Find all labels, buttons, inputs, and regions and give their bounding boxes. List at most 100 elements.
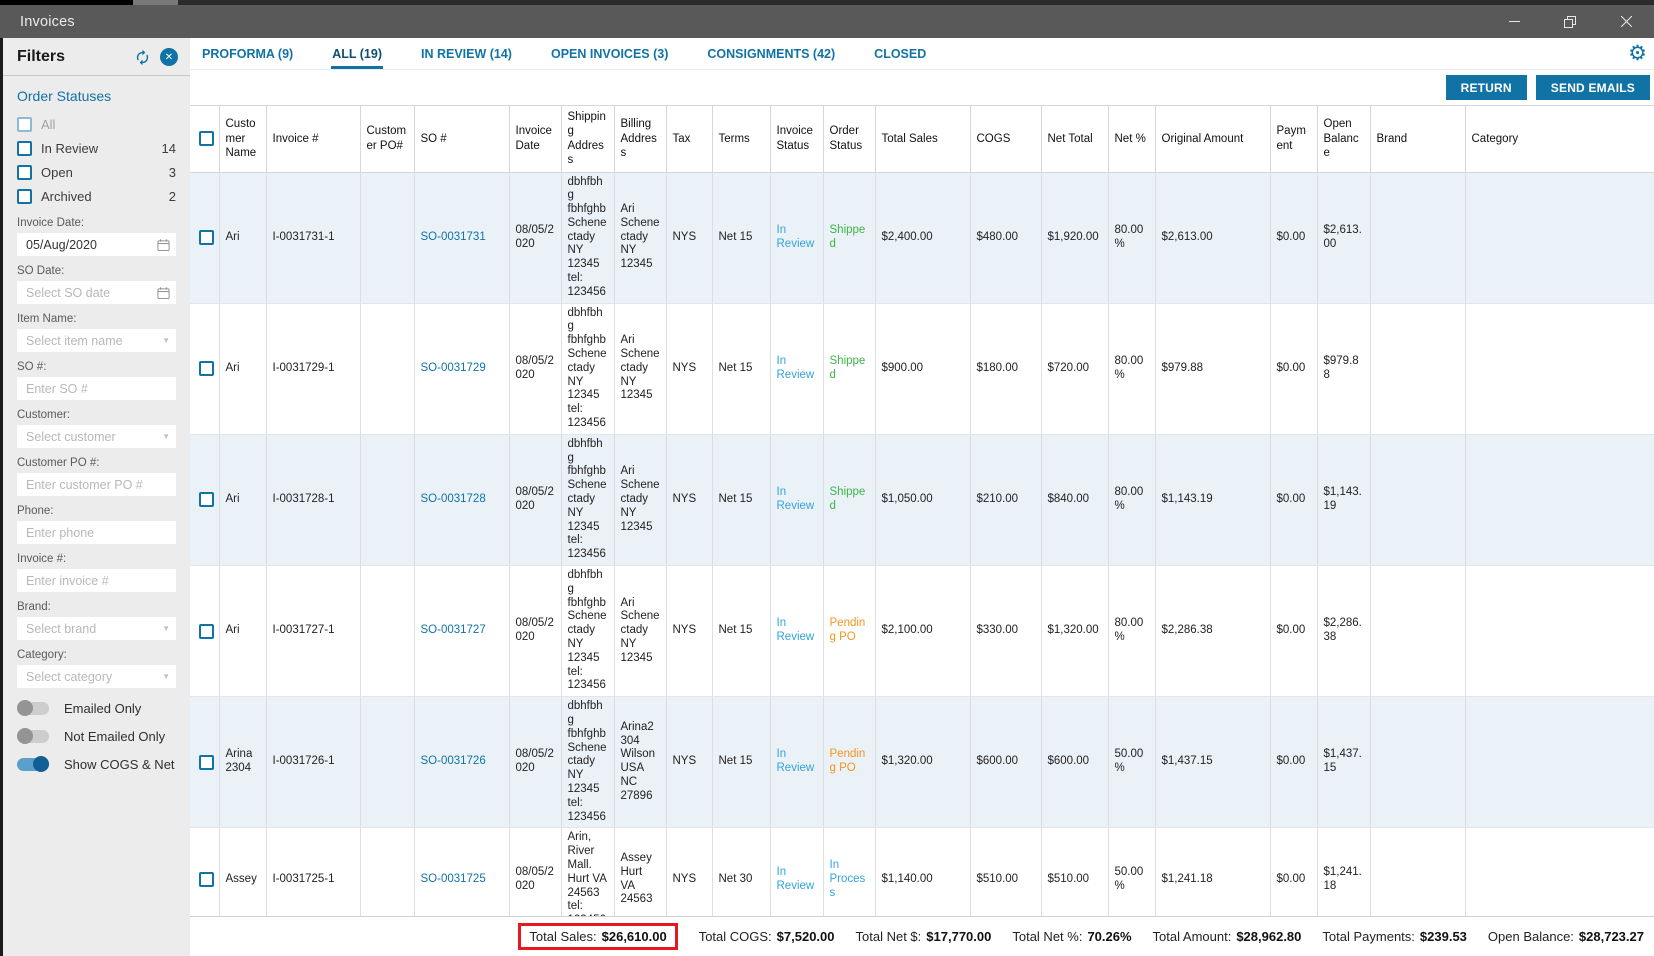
total-label: Total Amount: [1152,929,1232,944]
toggle-row-show-cogs-net: Show COGS & Net [17,756,176,772]
tab-open-invoices-3[interactable]: OPEN INVOICES (3) [550,38,669,69]
cell-invoice-number: I-0031729-1 [266,303,361,435]
total-label: Open Balance: [1487,929,1574,944]
so-number-link[interactable]: SO-0031727 [421,624,486,636]
cell-cogs: $180.00 [970,303,1042,435]
toggle-switch[interactable] [17,700,49,716]
phone-input[interactable] [17,521,176,544]
so-date-input[interactable] [17,281,176,304]
strip-segment [178,0,1654,5]
so-number-link[interactable]: SO-0031729 [421,362,486,374]
minimize-button[interactable] [1486,5,1542,38]
col-header-customer-po: Customer PO# [360,105,415,173]
cell-net-pct: 50.00% [1108,827,1156,916]
customer-select[interactable] [17,425,176,448]
cell-brand [1370,827,1466,916]
invoice-date-input[interactable] [17,233,176,256]
cell-open-balance: $2,613.00 [1317,172,1371,304]
tab-proforma-9[interactable]: PROFORMA (9) [201,38,294,69]
cell-select [190,434,220,567]
cell-open-balance: $979.88 [1317,303,1371,435]
cell-open-balance: $2,286.38 [1317,565,1371,698]
filters-sidebar: Filters ✕ Order Statuses All In Review 14 O… [0,38,190,956]
cell-total-sales: $1,140.00 [875,827,971,916]
os-top-strip [0,0,1654,5]
toggle-switch[interactable] [17,728,49,744]
cell-so-number: SO-0031725 [414,827,510,916]
invoice-number-input[interactable] [17,569,176,592]
total-open-balance: Open Balance: $28,723.27 [1488,929,1644,944]
cell-category [1465,434,1654,567]
cell-select [190,172,220,304]
cell-total-sales: $2,400.00 [875,172,971,304]
col-header-original-amount: Original Amount [1155,105,1271,173]
checkbox[interactable] [17,140,32,156]
cell-tax: NYS [666,434,713,567]
cell-billing-address: Ari Schenectady NY 12345 [614,303,667,435]
table-row: Arina 2304 I-0031726-1 SO-0031726 08/05/202… [190,696,1654,829]
calendar-icon[interactable] [157,286,170,299]
refresh-filters-icon[interactable] [134,49,151,66]
so-number-link[interactable]: SO-0031725 [421,873,486,885]
row-checkbox[interactable] [199,623,214,639]
cell-order-status: Shipped [823,172,876,304]
cell-order-status: Pending PO [823,565,876,698]
brand-select[interactable] [17,617,176,640]
cell-payment: $0.00 [1270,303,1318,435]
cell-customer-name: Ari [219,303,267,435]
cell-cogs: $210.00 [970,434,1042,567]
order-status-filter-open: Open 3 [17,160,176,184]
close-filters-icon[interactable]: ✕ [160,48,178,66]
cell-original-amount: $1,143.19 [1155,434,1271,567]
cell-select [190,696,220,829]
calendar-icon[interactable] [157,238,170,251]
cell-original-amount: $1,241.18 [1155,827,1271,916]
cell-payment: $0.00 [1270,696,1318,829]
checkbox[interactable] [17,164,32,180]
cell-net-pct: 80.00% [1108,434,1156,567]
checkbox[interactable] [17,116,32,132]
toggle-label: Not Emailed Only [64,729,166,744]
category-select[interactable] [17,665,176,688]
gear-icon[interactable]: ⚙ [1628,43,1647,64]
row-checkbox[interactable] [199,492,214,508]
filters-title: Filters [17,48,66,65]
cell-payment: $0.00 [1270,434,1318,567]
cell-customer-po [360,696,415,829]
send-emails-button[interactable]: SEND EMAILS [1535,75,1650,100]
so-number-input[interactable] [17,377,176,400]
cell-invoice-date: 08/05/2020 [509,172,562,304]
total-value: $28,962.80 [1236,929,1302,944]
row-checkbox[interactable] [199,230,214,246]
table-row: Assey I-0031725-1 SO-0031725 08/05/2020 Arin… [190,827,1654,916]
so-number-link[interactable]: SO-0031728 [421,493,486,505]
cell-cogs: $330.00 [970,565,1042,698]
restore-button[interactable] [1542,5,1598,38]
close-button[interactable] [1598,5,1654,38]
tab-in-review-14[interactable]: IN REVIEW (14) [420,38,513,69]
so-number-link[interactable]: SO-0031726 [421,755,486,767]
row-checkbox[interactable] [199,361,214,377]
return-button[interactable]: RETURN [1445,75,1527,100]
row-checkbox[interactable] [199,872,214,888]
col-header-so-number: SO # [414,105,510,173]
cell-cogs: $510.00 [970,827,1042,916]
cell-tax: NYS [666,827,713,916]
checkbox[interactable] [17,188,32,204]
cell-cogs: $600.00 [970,696,1042,829]
item-name-select[interactable] [17,329,176,352]
row-checkbox[interactable] [199,754,214,770]
customer-po-input[interactable] [17,473,176,496]
cell-invoice-date: 08/05/2020 [509,303,562,435]
order-status-filter-in-review: In Review 14 [17,136,176,160]
total-value: $7,520.00 [776,929,835,944]
select-all-checkbox[interactable] [199,131,214,147]
cell-net-total: $1,320.00 [1041,565,1109,698]
cell-category [1465,565,1654,698]
tab-consignments-42[interactable]: CONSIGNMENTS (42) [706,38,836,69]
toggle-switch[interactable] [17,756,49,772]
tab-all-19[interactable]: ALL (19) [331,38,383,69]
so-number-link[interactable]: SO-0031731 [421,231,486,243]
cell-shipping-address: Arin, River Mall. Hurt VA 24563 tel: 123… [561,827,615,916]
tab-closed[interactable]: CLOSED [873,38,927,69]
